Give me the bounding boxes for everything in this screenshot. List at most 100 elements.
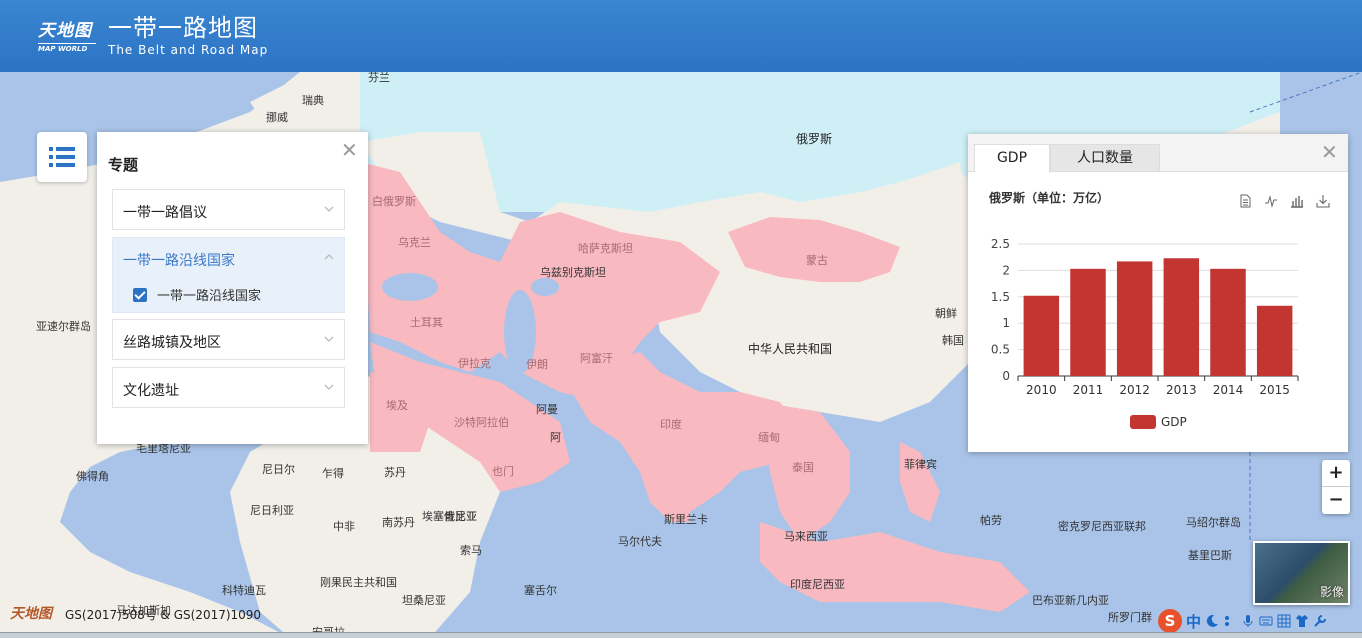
mapworld-logo[interactable]: 天地图 MAP WORLD bbox=[38, 16, 96, 53]
copyright-text: GS(2017)508号 & GS(2017)1090 bbox=[65, 608, 262, 622]
label-saudi: 沙特阿拉伯 bbox=[454, 416, 509, 429]
label-belarus: 白俄罗斯 bbox=[372, 195, 416, 208]
keyboard-icon[interactable] bbox=[1259, 614, 1273, 628]
zoom-in-button[interactable]: + bbox=[1322, 460, 1350, 487]
y-tick-label: 1 bbox=[1002, 316, 1010, 330]
x-tick-label: 2015 bbox=[1259, 383, 1290, 397]
countries-layer-label: 一带一路沿线国家 bbox=[157, 289, 262, 304]
topic-list-toggle-button[interactable] bbox=[37, 132, 87, 182]
gdp-bar-2013[interactable] bbox=[1163, 258, 1200, 376]
y-tick-label: 0.5 bbox=[991, 343, 1010, 357]
list-icon bbox=[49, 147, 75, 167]
microphone-icon[interactable] bbox=[1241, 614, 1255, 628]
gdp-bar-2012[interactable] bbox=[1116, 261, 1153, 376]
zoom-control: + − bbox=[1322, 460, 1350, 514]
punctuation-icon[interactable] bbox=[1223, 614, 1237, 628]
label-azores: 亚速尔群岛 bbox=[36, 320, 91, 333]
label-norway: 挪威 bbox=[266, 111, 288, 124]
footer-logo: 天地图 bbox=[10, 606, 52, 622]
label-oman-1: 阿曼 bbox=[536, 403, 558, 416]
topic-item-label: 丝路城镇及地区 bbox=[123, 335, 221, 351]
x-tick-label: 2011 bbox=[1073, 383, 1104, 397]
gdp-bar-2011[interactable] bbox=[1070, 268, 1106, 376]
gdp-bar-2010[interactable] bbox=[1023, 295, 1060, 376]
label-myanmar: 缅甸 bbox=[758, 431, 780, 444]
label-kiribati: 基里巴斯 bbox=[1188, 549, 1232, 562]
x-tick-label: 2013 bbox=[1166, 383, 1197, 397]
wrench-icon[interactable] bbox=[1313, 614, 1327, 628]
topic-item-label: 一带一路倡议 bbox=[123, 205, 207, 221]
moon-icon[interactable] bbox=[1205, 614, 1219, 628]
imagery-layer-switch[interactable]: 影像 bbox=[1253, 541, 1350, 605]
label-nigeria: 尼日利亚 bbox=[250, 504, 294, 517]
label-malaysia: 马来西亚 bbox=[784, 530, 828, 543]
label-india: 印度 bbox=[660, 418, 682, 431]
label-kazakhstan: 哈萨克斯坦 bbox=[578, 242, 633, 255]
topic-item-countries[interactable]: 一带一路沿线国家 一带一路沿线国家 bbox=[112, 237, 345, 313]
label-china: 中华人民共和国 bbox=[748, 342, 833, 356]
topic-panel-close-icon[interactable]: ✕ bbox=[341, 140, 358, 160]
tab-gdp[interactable]: GDP bbox=[974, 144, 1050, 173]
chart-legend[interactable]: GDP bbox=[1130, 415, 1187, 429]
label-central-africa: 中非 bbox=[333, 520, 355, 533]
label-micronesia: 密克罗尼西亚联邦 bbox=[1058, 520, 1146, 533]
label-south-sudan: 南苏丹 bbox=[382, 516, 415, 529]
topic-panel: 专题 ✕ 一带一路倡议 一带一路沿线国家 一带一路沿线国家 丝路城镇及地区 文化… bbox=[97, 132, 368, 444]
label-egypt: 埃及 bbox=[386, 399, 408, 412]
label-mongolia: 蒙古 bbox=[806, 254, 828, 267]
topic-item-label: 文化遗址 bbox=[123, 383, 179, 399]
label-north-korea: 朝鲜 bbox=[935, 307, 957, 320]
download-icon[interactable] bbox=[1316, 194, 1330, 208]
label-finland: 芬兰 bbox=[368, 72, 390, 84]
chevron-up-icon bbox=[324, 254, 334, 260]
label-solomon: 所罗门群 bbox=[1108, 611, 1152, 624]
label-thailand: 泰国 bbox=[792, 461, 814, 474]
label-kenya: 肯尼亚 bbox=[444, 510, 477, 523]
chart-toolbox bbox=[1238, 194, 1330, 208]
label-maldives: 马尔代夫 bbox=[618, 535, 662, 548]
y-tick-label: 0 bbox=[1002, 369, 1010, 383]
label-drc: 刚果民主共和国 bbox=[320, 576, 397, 589]
gdp-bar-2014[interactable] bbox=[1210, 268, 1246, 376]
countries-layer-checkbox[interactable] bbox=[133, 287, 147, 302]
label-tanzania: 坦桑尼亚 bbox=[402, 594, 446, 607]
page-title: 一带一路地图 The Belt and Road Map bbox=[108, 14, 268, 57]
topic-item-heritage[interactable]: 文化遗址 bbox=[112, 367, 345, 408]
ime-mode[interactable]: 中 bbox=[1186, 611, 1201, 632]
label-philippines: 菲律宾 bbox=[904, 458, 937, 471]
label-somalia: 索马 bbox=[460, 544, 482, 557]
countries-layer-option[interactable]: 一带一路沿线国家 bbox=[133, 285, 261, 304]
topic-item-initiative[interactable]: 一带一路倡议 bbox=[112, 189, 345, 230]
label-png: 巴布亚新几内亚 bbox=[1032, 594, 1109, 607]
topic-item-towns[interactable]: 丝路城镇及地区 bbox=[112, 319, 345, 360]
label-uzbekistan: 乌兹别克斯坦 bbox=[540, 266, 606, 279]
gdp-bar-2015[interactable] bbox=[1256, 305, 1293, 376]
label-west-africa: 科特迪瓦 bbox=[222, 584, 266, 597]
sogou-ime-icon[interactable]: S bbox=[1158, 609, 1182, 633]
legend-label: GDP bbox=[1161, 415, 1187, 429]
chevron-down-icon bbox=[324, 384, 334, 390]
grid-icon[interactable] bbox=[1277, 614, 1291, 628]
gdp-bar-chart: 0 0.5 1 1.5 2 2.5 2010 2011 2012 2013 2014 2015 bbox=[991, 237, 1299, 397]
label-sweden: 瑞典 bbox=[302, 94, 324, 107]
label-sudan: 苏丹 bbox=[384, 466, 406, 479]
chart-subtitle: 俄罗斯（单位：万亿） bbox=[989, 191, 1110, 205]
chart-panel: GDP 人口数量 ✕ 俄罗斯（单位：万亿） 0 0.5 1 1.5 2 2.5 2010 2… bbox=[968, 134, 1348, 452]
label-marshall: 马绍尔群岛 bbox=[1186, 516, 1241, 529]
data-view-icon[interactable] bbox=[1238, 194, 1252, 208]
chart-tabs: GDP 人口数量 ✕ bbox=[968, 134, 1348, 173]
shirt-icon[interactable] bbox=[1295, 614, 1309, 628]
x-tick-label: 2014 bbox=[1213, 383, 1244, 397]
label-cape-verde: 佛得角 bbox=[76, 470, 109, 483]
label-south-korea: 韩国 bbox=[942, 334, 964, 347]
tab-population[interactable]: 人口数量 bbox=[1050, 144, 1160, 172]
label-seychelles: 塞舌尔 bbox=[524, 584, 557, 597]
label-srilanka: 斯里兰卡 bbox=[664, 513, 708, 526]
y-tick-label: 2 bbox=[1002, 263, 1010, 277]
logo-en: MAP WORLD bbox=[38, 43, 96, 53]
chart-panel-close-icon[interactable]: ✕ bbox=[1321, 142, 1338, 162]
line-chart-icon[interactable] bbox=[1264, 194, 1278, 208]
bar-chart-icon[interactable] bbox=[1290, 194, 1304, 208]
y-tick-label: 1.5 bbox=[991, 290, 1010, 304]
zoom-out-button[interactable]: − bbox=[1322, 487, 1350, 514]
